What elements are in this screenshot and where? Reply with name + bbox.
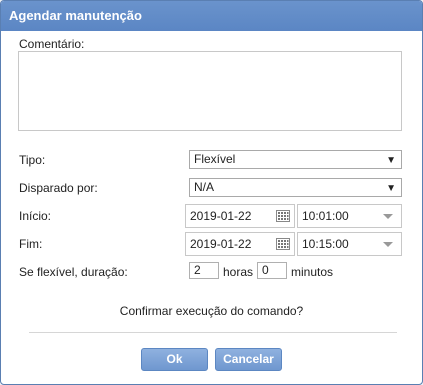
cancel-button[interactable]: Cancelar [215,348,282,371]
triggered-by-select[interactable]: N/A ▼ [189,178,402,197]
end-date-field[interactable]: 2019-01-22 [185,232,295,256]
chevron-down-icon[interactable] [383,214,393,219]
schedule-maintenance-dialog: Agendar manutenção Comentário: Tipo: Fle… [0,0,423,385]
start-time-field[interactable]: 10:01:00 [297,204,402,228]
dialog-body: Comentário: Tipo: Flexível ▼ Disparado p… [1,31,422,384]
ok-button[interactable]: Ok [141,348,208,371]
start-date-value: 2019-01-22 [190,209,252,223]
divider [29,332,397,333]
minutes-label: minutos [291,265,334,279]
type-label: Tipo: [19,153,46,167]
end-date-value: 2019-01-22 [190,237,252,251]
duration-hours-input[interactable]: 2 [189,262,219,279]
confirm-text: Confirmar execução do comando? [119,304,304,318]
dropdown-arrow-icon: ▼ [386,155,396,166]
type-select[interactable]: Flexível ▼ [189,150,402,169]
start-time-value: 10:01:00 [302,209,349,223]
comment-label: Comentário: [19,37,85,51]
dialog-titlebar[interactable]: Agendar manutenção [1,1,422,31]
chevron-down-icon[interactable] [383,242,393,247]
calendar-icon[interactable] [276,238,290,250]
end-time-field[interactable]: 10:15:00 [297,232,402,256]
end-time-value: 10:15:00 [302,237,349,251]
end-label: Fim: [19,237,43,251]
triggered-by-value: N/A [194,180,215,194]
calendar-icon[interactable] [276,210,290,222]
hours-label: horas [223,265,254,279]
dialog-title: Agendar manutenção [9,8,142,23]
comment-textarea[interactable] [18,51,402,131]
dropdown-arrow-icon: ▼ [386,183,396,194]
start-label: Início: [19,209,52,223]
duration-minutes-input[interactable]: 0 [257,262,287,279]
duration-label: Se flexível, duração: [19,265,128,279]
type-select-value: Flexível [194,152,236,166]
start-date-field[interactable]: 2019-01-22 [185,204,295,228]
triggered-by-label: Disparado por: [19,181,98,195]
